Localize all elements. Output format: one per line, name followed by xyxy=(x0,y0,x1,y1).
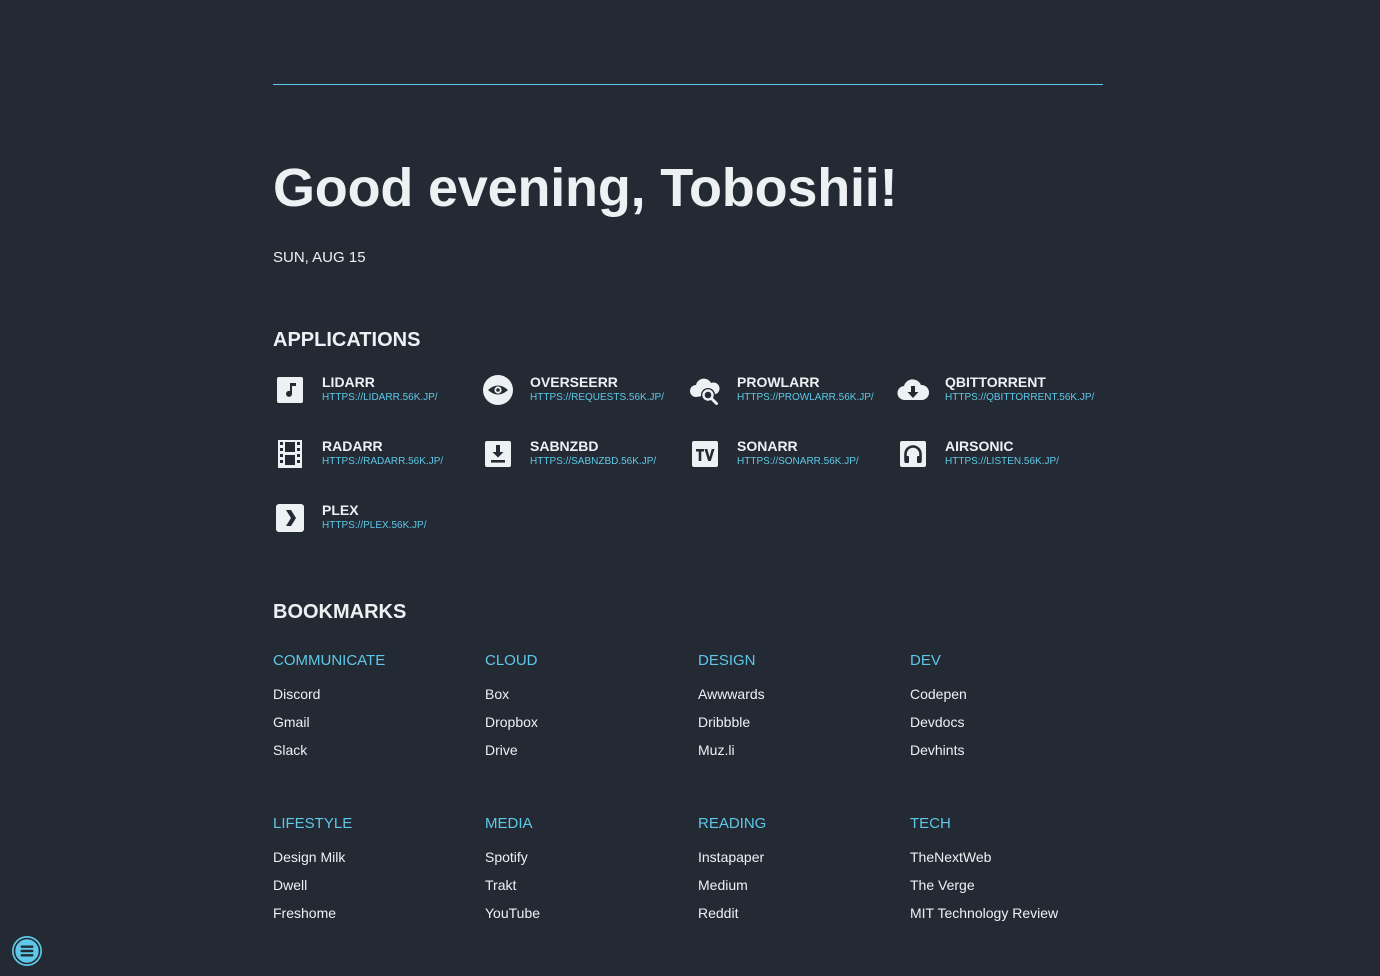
film-icon xyxy=(273,437,307,471)
bookmark-link[interactable]: Dwell xyxy=(273,876,307,894)
app-airsonic[interactable]: AIRSONIC HTTPS://LISTEN.56K.JP/ xyxy=(896,434,1096,474)
bookmark-link[interactable]: Discord xyxy=(273,685,320,703)
bookmark-link[interactable]: TheNextWeb xyxy=(910,848,991,866)
bookmark-link[interactable]: Codepen xyxy=(910,685,967,703)
app-name: QBITTORRENT xyxy=(945,374,1046,390)
bookmark-link[interactable]: Dribbble xyxy=(698,713,750,731)
app-url: HTTPS://REQUESTS.56K.JP/ xyxy=(530,392,664,403)
bookmark-link[interactable]: Box xyxy=(485,685,509,703)
bookmark-category: COMMUNICATE xyxy=(273,652,386,669)
app-url: HTTPS://PLEX.56K.JP/ xyxy=(322,520,427,531)
app-prowlarr[interactable]: PROWLARR HTTPS://PROWLARR.56K.JP/ xyxy=(688,370,888,410)
app-url: HTTPS://LIDARR.56K.JP/ xyxy=(322,392,438,403)
bookmark-category: MEDIA xyxy=(485,815,533,832)
app-overseerr[interactable]: OVERSEERR HTTPS://REQUESTS.56K.JP/ xyxy=(481,370,681,410)
bookmark-link[interactable]: Awwwards xyxy=(698,685,765,703)
app-name: SONARR xyxy=(737,438,798,454)
app-name: OVERSEERR xyxy=(530,374,618,390)
bookmark-link[interactable]: Spotify xyxy=(485,848,528,866)
app-url: HTTPS://LISTEN.56K.JP/ xyxy=(945,456,1059,467)
app-lidarr[interactable]: LIDARR HTTPS://LIDARR.56K.JP/ xyxy=(273,370,473,410)
app-qbittorrent[interactable]: QBITTORRENT HTTPS://QBITTORRENT.56K.JP/ xyxy=(896,370,1096,410)
bookmark-category: DEV xyxy=(910,652,941,669)
headphones-icon xyxy=(896,437,930,471)
bookmark-category: LIFESTYLE xyxy=(273,815,353,832)
app-sabnzbd[interactable]: SABNZBD HTTPS://SABNZBD.56K.JP/ xyxy=(481,434,681,474)
bookmark-link[interactable]: Trakt xyxy=(485,876,516,894)
bookmark-link[interactable]: Devdocs xyxy=(910,713,964,731)
app-radarr[interactable]: RADARR HTTPS://RADARR.56K.JP/ xyxy=(273,434,473,474)
plex-icon xyxy=(273,501,307,535)
bookmark-link[interactable]: Design Milk xyxy=(273,848,345,866)
app-name: PROWLARR xyxy=(737,374,820,390)
bookmark-link[interactable]: Gmail xyxy=(273,713,310,731)
app-name: LIDARR xyxy=(322,374,375,390)
app-url: HTTPS://PROWLARR.56K.JP/ xyxy=(737,392,874,403)
bookmark-category: DESIGN xyxy=(698,652,756,669)
app-name: PLEX xyxy=(322,502,359,518)
bookmarks-heading: BOOKMARKS xyxy=(273,601,407,623)
applications-heading: APPLICATIONS xyxy=(273,329,421,351)
app-plex[interactable]: PLEX HTTPS://PLEX.56K.JP/ xyxy=(273,498,473,538)
download-box-icon xyxy=(481,437,515,471)
bookmark-link[interactable]: Instapaper xyxy=(698,848,764,866)
bookmark-link[interactable]: Reddit xyxy=(698,904,738,922)
bookmark-link[interactable]: Devhints xyxy=(910,741,964,759)
app-name: AIRSONIC xyxy=(945,438,1014,454)
app-name: SABNZBD xyxy=(530,438,599,454)
bookmark-link[interactable]: The Verge xyxy=(910,876,975,894)
bookmark-link[interactable]: YouTube xyxy=(485,904,540,922)
bookmark-link[interactable]: Slack xyxy=(273,741,307,759)
cloud-search-icon xyxy=(688,373,722,407)
bookmark-category: CLOUD xyxy=(485,652,538,669)
tv-icon xyxy=(688,437,722,471)
bookmark-link[interactable]: Medium xyxy=(698,876,748,894)
cloud-download-icon xyxy=(896,373,930,407)
bookmark-link[interactable]: Drive xyxy=(485,741,518,759)
bookmark-category: READING xyxy=(698,815,767,832)
app-sonarr[interactable]: SONARR HTTPS://SONARR.56K.JP/ xyxy=(688,434,888,474)
app-url: HTTPS://SONARR.56K.JP/ xyxy=(737,456,859,467)
startpage: Good evening, Toboshii! SUN, AUG 15 APPL… xyxy=(0,0,1380,976)
menu-icon xyxy=(13,937,41,965)
app-url: HTTPS://QBITTORRENT.56K.JP/ xyxy=(945,392,1095,403)
bookmark-category: TECH xyxy=(910,815,951,832)
app-url: HTTPS://SABNZBD.56K.JP/ xyxy=(530,456,657,467)
bookmark-link[interactable]: Dropbox xyxy=(485,713,538,731)
menu-button[interactable] xyxy=(12,936,42,966)
app-url: HTTPS://RADARR.56K.JP/ xyxy=(322,456,444,467)
greeting-heading: Good evening, Toboshii! xyxy=(273,158,898,218)
date-display: SUN, AUG 15 xyxy=(273,249,366,266)
bookmark-link[interactable]: Muz.li xyxy=(698,741,735,759)
top-divider xyxy=(273,84,1103,85)
bookmark-link[interactable]: Freshome xyxy=(273,904,336,922)
music-note-icon xyxy=(273,373,307,407)
app-name: RADARR xyxy=(322,438,383,454)
eye-icon xyxy=(481,373,515,407)
bookmark-link[interactable]: MIT Technology Review xyxy=(910,904,1058,922)
